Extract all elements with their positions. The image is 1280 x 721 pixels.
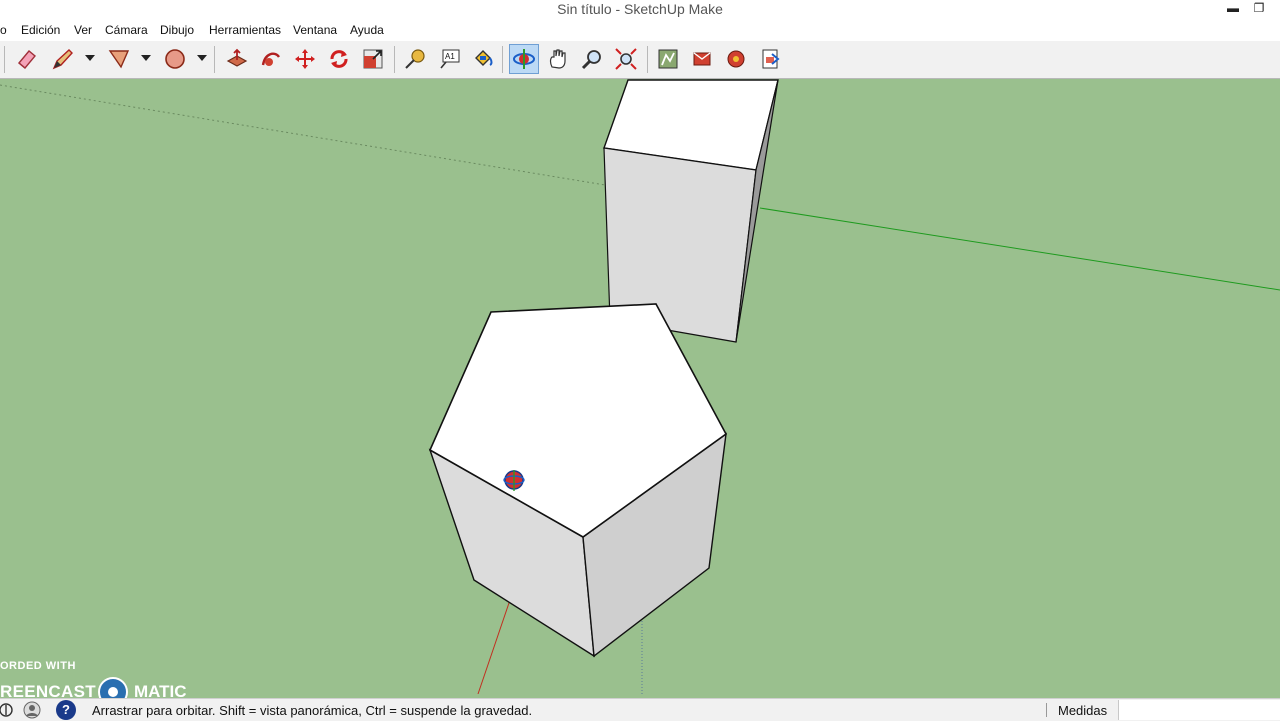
green-axis-positive xyxy=(759,207,1280,291)
menu-herramientas[interactable]: Herramientas xyxy=(209,23,281,37)
scene-canvas[interactable] xyxy=(0,79,1280,694)
menu-ayuda[interactable]: Ayuda xyxy=(350,23,384,37)
toolbar-separator xyxy=(394,46,395,73)
toolbar-separator xyxy=(502,46,503,73)
zoom-extents-icon[interactable] xyxy=(611,44,641,74)
3d-viewport[interactable] xyxy=(0,79,1280,694)
menu-ventana[interactable]: Ventana xyxy=(293,23,337,37)
menu-ver[interactable]: Ver xyxy=(74,23,92,37)
geo-location-icon[interactable] xyxy=(0,700,20,720)
user-account-icon[interactable] xyxy=(22,700,42,720)
circle-icon[interactable] xyxy=(160,44,190,74)
menu-dibujo[interactable]: Dibujo xyxy=(160,23,194,37)
push-pull-icon[interactable] xyxy=(222,44,252,74)
watermark-recorded-with: ORDED WITH xyxy=(0,660,76,672)
measurements-label: Medidas xyxy=(1058,703,1108,718)
follow-me-icon[interactable] xyxy=(256,44,286,74)
toolbar-separator xyxy=(4,46,5,73)
status-bar: ? Arrastrar para orbitar. Shift = vista … xyxy=(0,698,1280,721)
help-icon[interactable]: ? xyxy=(56,700,76,720)
toolbar: A1 xyxy=(0,41,1280,79)
warehouse-icon[interactable] xyxy=(653,44,683,74)
rotate-icon[interactable] xyxy=(324,44,354,74)
pencil-dropdown-icon[interactable] xyxy=(85,55,95,61)
share-model-icon[interactable] xyxy=(687,44,717,74)
status-divider xyxy=(1046,703,1047,717)
status-hint: Arrastrar para orbitar. Shift = vista pa… xyxy=(92,703,533,718)
red-axis xyxy=(477,599,511,694)
shapes-dropdown-icon[interactable] xyxy=(141,55,151,61)
window-title: Sin título - SketchUp Make xyxy=(557,1,723,17)
green-axis-negative xyxy=(0,84,606,186)
menu-archivo[interactable]: o xyxy=(0,23,7,37)
paint-bucket-icon[interactable] xyxy=(468,44,498,74)
extension-warehouse-icon[interactable] xyxy=(721,44,751,74)
zoom-icon[interactable] xyxy=(577,44,607,74)
title-bar: Sin título - SketchUp Make ▬ ❐ xyxy=(0,0,1280,19)
restore-button[interactable]: ❐ xyxy=(1248,0,1270,19)
orbit-icon[interactable] xyxy=(509,44,539,74)
scale-icon[interactable] xyxy=(358,44,388,74)
menu-edicion[interactable]: Edición xyxy=(21,23,60,37)
menu-bar: o Edición Ver Cámara Dibujo Herramientas… xyxy=(0,19,1280,41)
arc-dropdown-icon[interactable] xyxy=(197,55,207,61)
toolbar-separator xyxy=(214,46,215,73)
tape-measure-icon[interactable] xyxy=(400,44,430,74)
svg-text:A1: A1 xyxy=(445,52,455,61)
move-icon[interactable] xyxy=(290,44,320,74)
minimize-button[interactable]: ▬ xyxy=(1222,0,1244,19)
text-icon[interactable]: A1 xyxy=(434,44,464,74)
rectangle-icon[interactable] xyxy=(104,44,134,74)
send-to-layout-icon[interactable] xyxy=(755,44,785,74)
toolbar-separator xyxy=(647,46,648,73)
eraser-icon[interactable] xyxy=(12,44,42,74)
pan-icon[interactable] xyxy=(543,44,573,74)
menu-camara[interactable]: Cámara xyxy=(105,23,148,37)
pencil-icon[interactable] xyxy=(48,44,78,74)
measurements-input[interactable] xyxy=(1118,700,1280,720)
